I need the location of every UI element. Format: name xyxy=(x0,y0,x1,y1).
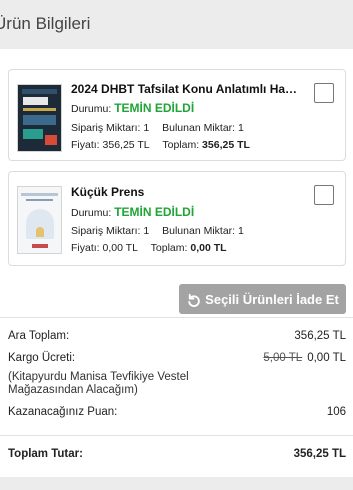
product-prices: Fiyatı: 0,00 TL Toplam: 0,00 TL xyxy=(71,242,227,254)
product-select-checkbox[interactable] xyxy=(314,185,334,205)
return-button-label: Seçili Ürünleri İade Et xyxy=(205,291,339,307)
product-card: 2024 DHBT Tafsilat Konu Anlatımlı Hazırl… xyxy=(8,69,346,161)
page-title: Ürün Bilgileri xyxy=(0,14,91,33)
subtotal-value: 356,25 TL xyxy=(294,330,346,342)
product-prices: Fiyatı: 356,25 TL Toplam: 356,25 TL xyxy=(71,139,250,151)
product-status: Durumu: TEMİN EDİLDİ xyxy=(71,205,195,219)
product-title: Küçük Prens xyxy=(71,185,145,199)
points-value: 106 xyxy=(326,406,346,418)
divider xyxy=(0,435,353,436)
product-title: 2024 DHBT Tafsilat Konu Anlatımlı Hazırl… xyxy=(71,82,303,96)
order-items-panel: 2024 DHBT Tafsilat Konu Anlatımlı Hazırl… xyxy=(0,49,353,477)
pickup-note: (Kitapyurdu Manisa Tevfikiye Vestel Mağa… xyxy=(8,371,189,396)
undo-icon xyxy=(188,293,200,307)
status-value: TEMİN EDİLDİ xyxy=(114,205,195,219)
shipping-label: Kargo Ücreti: xyxy=(8,352,76,364)
page-header: Ürün Bilgileri xyxy=(0,0,353,48)
subtotal-label: Ara Toplam: xyxy=(8,330,70,342)
product-quantities: Sipariş Miktarı: 1 Bulunan Miktar: 1 xyxy=(71,225,244,237)
status-value: TEMİN EDİLDİ xyxy=(114,101,195,115)
product-image xyxy=(17,84,62,152)
shipping-old-price: 5,00 TL xyxy=(263,352,303,364)
product-select-checkbox[interactable] xyxy=(314,83,334,103)
points-label: Kazanacağınız Puan: xyxy=(8,406,118,418)
product-quantities: Sipariş Miktarı: 1 Bulunan Miktar: 1 xyxy=(71,122,244,134)
shipping-value: 5,00 TL 0,00 TL xyxy=(263,352,346,364)
grand-total-label: Toplam Tutar: xyxy=(8,448,83,460)
divider xyxy=(0,317,353,318)
product-image xyxy=(17,186,62,254)
return-selected-button[interactable]: Seçili Ürünleri İade Et xyxy=(179,284,346,314)
shipping-price: 0,00 TL xyxy=(307,352,346,364)
product-status: Durumu: TEMİN EDİLDİ xyxy=(71,101,195,115)
grand-total-value: 356,25 TL xyxy=(293,448,346,460)
product-card: Küçük Prens Durumu: TEMİN EDİLDİ Sipariş… xyxy=(8,171,346,266)
